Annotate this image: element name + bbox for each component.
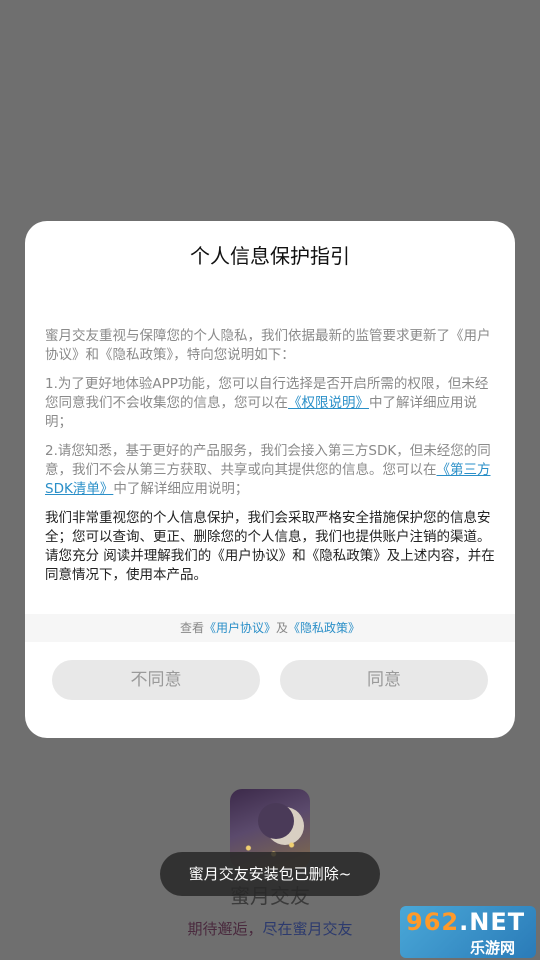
user-agreement-link[interactable]: 《用户协议》 (204, 621, 276, 635)
agree-button[interactable]: 同意 (280, 660, 488, 700)
policy-hint-bar: 查看《用户协议》及《隐私政策》 (25, 614, 515, 642)
permission-explanation-link[interactable]: 《权限说明》 (288, 395, 369, 411)
toast-message: 蜜月交友安装包已删除~ (160, 852, 380, 896)
disagree-button[interactable]: 不同意 (52, 660, 260, 700)
permission-paragraph: 1.为了更好地体验APP功能，您可以自行选择是否开启所需的权限，但未经您同意我们… (45, 376, 489, 430)
sdk-paragraph: 2.请您知悉，基于更好的产品服务，我们会接入第三方SDK，但未经您的同意，我们不… (45, 443, 491, 497)
dialog-title: 个人信息保护指引 (190, 244, 350, 268)
dialog-body: 蜜月交友重视与保障您的个人隐私，我们依据最新的监管要求更新了《用户协议》和《隐私… (45, 327, 495, 595)
intro-paragraph: 蜜月交友重视与保障您的个人隐私，我们依据最新的监管要求更新了《用户协议》和《隐私… (45, 328, 491, 363)
site-watermark-logo: 962.NET 乐游网 (400, 906, 536, 958)
commitment-paragraph: 我们非常重视您的个人信息保护，我们会采取严格安全措施保护您的信息安全；您可以查询… (45, 510, 495, 583)
privacy-policy-link[interactable]: 《隐私政策》 (288, 621, 360, 635)
